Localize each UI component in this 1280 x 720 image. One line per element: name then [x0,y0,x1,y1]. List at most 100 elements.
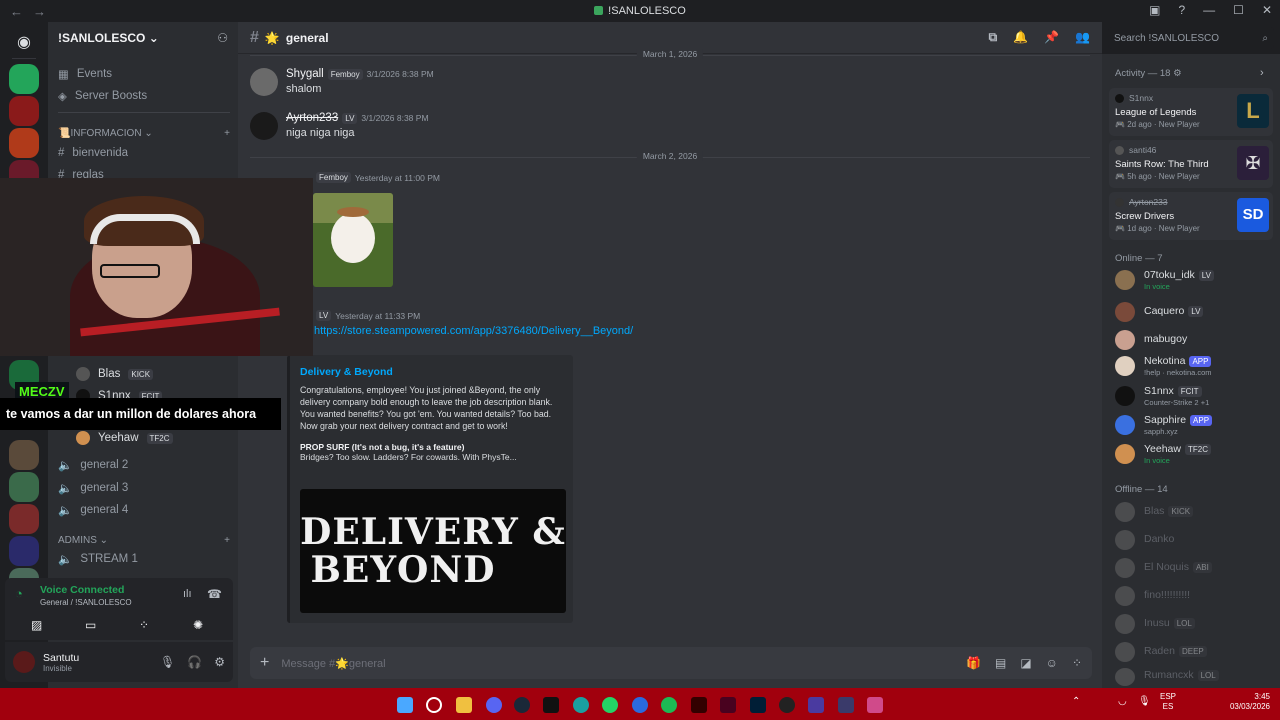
member-item[interactable]: Raden DEEP [1115,640,1275,666]
member-item[interactable]: Inusu LOL [1115,612,1275,638]
settings-gear-icon[interactable]: ⚙ [214,655,225,669]
member-list-icon[interactable]: 👥 [1075,30,1090,45]
member-item[interactable]: S1nnx FCIT Counter-Strike 2 +1 [1115,384,1275,410]
avatar[interactable] [250,68,278,96]
category-informacion[interactable]: 📜INFORMACION ⌄ + [58,128,230,139]
member-item[interactable]: mabugoy [1115,328,1275,354]
server-header[interactable]: !SANLOLESCO ⌄ ⚇ [48,22,238,54]
activities-icon[interactable]: ⁘ [139,618,149,632]
server-icon[interactable] [9,128,39,158]
server-icon[interactable] [9,504,39,534]
pin-icon[interactable]: 📌 [1044,30,1059,45]
sticker-icon[interactable]: ◪ [1020,656,1031,670]
server-icon-sanlolesco[interactable] [9,64,39,94]
gift-icon[interactable]: 🎁 [966,656,981,670]
app-icon[interactable] [779,697,795,713]
maximize-icon[interactable]: ☐ [1233,3,1244,17]
epic-games-icon[interactable] [543,697,559,713]
voice-location[interactable]: General / !SANLOLESCO [40,598,132,607]
browser-icon[interactable] [632,697,648,713]
steam-icon[interactable] [514,697,530,713]
camera-off-icon[interactable]: ▨ [31,618,42,632]
member-item[interactable]: Nekotina APP !help · nekotina.com [1115,354,1275,380]
microphone-icon[interactable]: 🎙 [1138,697,1151,707]
channel-bienvenida[interactable]: # bienvenida [58,143,230,163]
voice-channel-general-4[interactable]: 🔈 general 4 [58,500,230,520]
member-item[interactable]: fino!!!!!!!!!! [1115,584,1275,610]
search-icon[interactable] [426,697,442,713]
add-channel-icon[interactable]: + [224,128,230,139]
member-item[interactable]: Yeehaw TF2C In voice [1115,442,1275,468]
edge-icon[interactable] [573,697,589,713]
message-image-dog[interactable] [313,193,393,287]
voice-channel-general-3[interactable]: 🔈 general 3 [58,478,230,498]
home-discord-icon[interactable]: ◉ [9,28,39,58]
emoji-icon[interactable]: ☺ [1046,656,1058,670]
server-icon[interactable] [9,440,39,470]
message-composer[interactable]: + Message #🌟general 🎁 ▤ ◪ ☺ ⁘ [250,647,1092,679]
member-item[interactable]: Rumancxk LOL [1115,666,1275,686]
channel-stream-1[interactable]: 🔈 STREAM 1 [58,549,230,569]
disconnect-icon[interactable]: ☎ [207,587,222,601]
wifi-icon[interactable]: ◡ [1118,697,1127,707]
voice-channel-general-2[interactable]: 🔈 general 2 [58,455,230,475]
app-icon[interactable] [808,697,824,713]
menu-item-events[interactable]: ▦ Events [58,64,230,84]
member-item[interactable]: Blas KICK [1115,500,1275,526]
add-attachment-icon[interactable]: + [260,654,269,672]
activity-card[interactable]: santi46 Saints Row: The Third 🎮 5h ago ·… [1109,140,1273,188]
member-item[interactable]: El Noquis ABI [1115,556,1275,582]
server-icon[interactable] [9,96,39,126]
windows-start-icon[interactable] [397,697,413,713]
tray-chevron-icon[interactable]: ⌃ [1072,697,1080,707]
message-link[interactable]: https://store.steampowered.com/app/33764… [314,325,633,337]
language-indicator[interactable]: ESP ES [1160,692,1176,712]
app-icon[interactable] [838,697,854,713]
chevron-right-icon[interactable]: › [1260,67,1264,79]
screen-share-icon[interactable]: ▭ [85,618,96,632]
message-input[interactable]: Message #🌟general [281,657,385,670]
clock[interactable]: 3:45 03/03/2026 [1224,692,1270,712]
minimize-icon[interactable]: — [1203,3,1215,17]
photoshop-icon[interactable] [750,697,766,713]
file-explorer-icon[interactable] [456,697,472,713]
gear-icon[interactable]: ⚙ [1173,68,1182,79]
member-item[interactable]: Caquero LV [1115,300,1275,326]
server-icon[interactable] [9,472,39,502]
server-icon[interactable] [9,536,39,566]
avatar[interactable] [250,112,278,140]
member-item[interactable]: Danko [1115,528,1275,554]
search-input[interactable]: Search !SANLOLESCO ⌕ [1108,27,1274,49]
threads-icon[interactable]: ⧉ [989,30,998,45]
voice-member-blas[interactable]: Blas KICK [76,364,248,384]
member-item[interactable]: 07toku_idk LV In voice [1115,268,1275,294]
soundboard-icon[interactable]: ✺ [193,618,203,632]
member-item[interactable]: Sapphire APP sapph.xyz [1115,413,1275,439]
embed-title[interactable]: Delivery & Beyond [300,366,563,378]
indesign-icon[interactable] [720,697,736,713]
message-author[interactable]: Femboy Yesterday at 11:00 PM [316,172,440,183]
activity-card[interactable]: S1nnx League of Legends 🎮 2d ago · New P… [1109,88,1273,136]
voice-member-yeehaw[interactable]: Yeehaw TF2C [76,428,248,448]
add-member-icon[interactable]: ⚇ [217,31,228,45]
microphone-icon[interactable]: 🎙 [160,655,175,669]
close-icon[interactable]: ✕ [1262,3,1272,17]
activity-card[interactable]: Ayrton233 Screw Drivers 🎮 1d ago · New P… [1109,192,1273,240]
discord-icon[interactable] [486,697,502,713]
inbox-icon[interactable]: ▣ [1149,3,1160,17]
noise-suppression-icon[interactable]: ılı [183,588,192,600]
app-icon[interactable] [867,697,883,713]
help-icon[interactable]: ? [1178,3,1185,17]
whatsapp-icon[interactable] [602,697,618,713]
headphones-icon[interactable]: 🎧 [187,655,202,669]
spotify-icon[interactable] [661,697,677,713]
apps-icon[interactable]: ⁘ [1072,656,1082,670]
illustrator-icon[interactable] [691,697,707,713]
avatar[interactable] [13,651,35,673]
embed-banner-image[interactable]: DELIVERY & BEYOND [300,489,566,613]
gif-icon[interactable]: ▤ [995,656,1006,670]
message-author[interactable]: LV Yesterday at 11:33 PM [316,310,420,321]
menu-item-server-boosts[interactable]: ◈ Server Boosts [58,86,230,106]
category-admins[interactable]: ADMINS ⌄ + [58,535,230,546]
bell-icon[interactable]: 🔔 [1013,30,1028,45]
